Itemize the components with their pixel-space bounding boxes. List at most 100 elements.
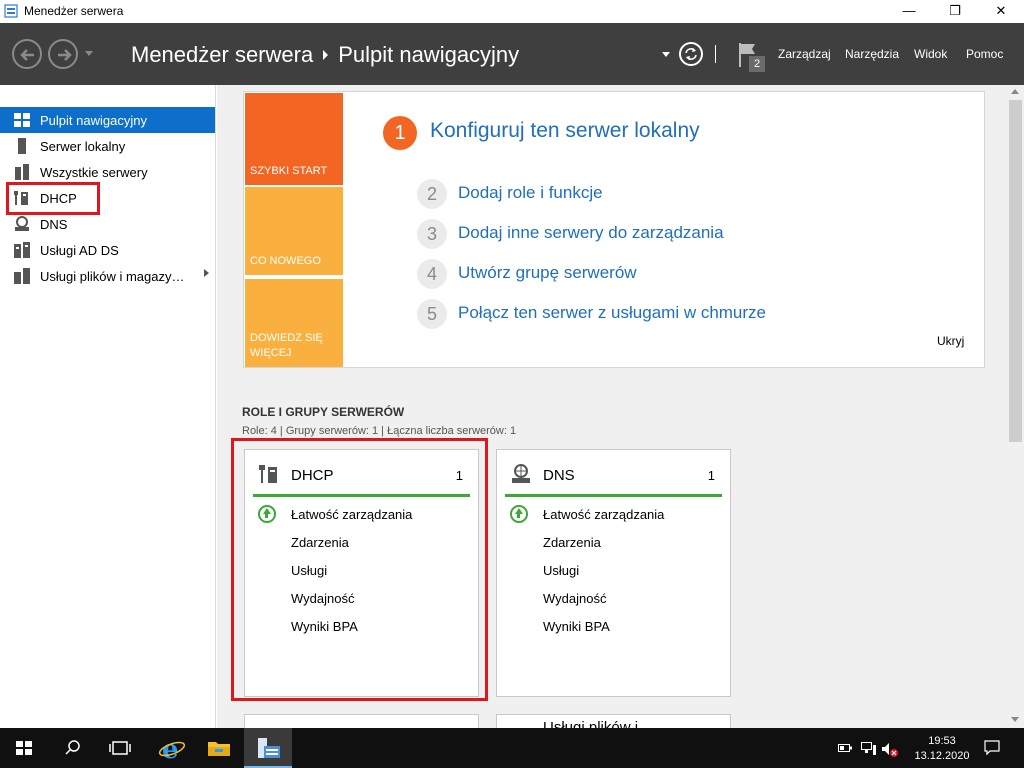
highlight-box-dhcp-sidebar [6,182,100,215]
restore-button[interactable]: ❐ [932,0,978,23]
server-icon [14,138,30,154]
step-2-number: 2 [417,179,447,209]
tile-whats-new-label: CO NOWEGO [250,255,321,267]
sidebar-item-label: Wszystkie serwery [40,164,148,180]
sidebar-item-label: Usługi plików i magazy… [40,268,185,284]
sidebar-item-label: Usługi AD DS [40,242,119,258]
row-performance[interactable]: Wydajność [543,591,606,606]
add-servers-link[interactable]: Dodaj inne serwery do zarządzania [458,223,724,243]
tile-learn-more-label: DOWIEDZ SIĘ WIĘCEJ [250,332,323,359]
step-1-number: 1 [383,116,417,150]
window-title-bar: Menedżer serwera — ❐ ✕ [0,0,1024,23]
dns-role-icon [14,216,30,232]
internet-explorer-button[interactable]: e [148,728,196,768]
expand-chevron-icon[interactable] [204,269,209,277]
file-explorer-icon [208,742,230,756]
forward-button[interactable] [48,39,78,69]
menu-help[interactable]: Pomoc [966,47,1003,61]
internet-explorer-icon: e [158,735,186,765]
app-header: Menedżer serwera Pulpit nawigacyjny 2 Za… [0,23,1024,85]
volume-muted-icon[interactable] [881,742,899,758]
server-manager-icon [258,738,280,758]
sidebar-item-file-services[interactable]: Usługi plików i magazy… [0,263,215,289]
network-icon[interactable] [861,742,877,756]
battery-icon[interactable] [838,742,852,754]
back-button[interactable] [12,39,42,69]
role-card-partial-right[interactable]: Usługi plików i... [496,714,731,728]
configure-local-server-link[interactable]: Konfiguruj ten serwer lokalny [430,119,700,143]
sidebar-item-label: Serwer lokalny [40,138,126,154]
notification-count-badge: 2 [749,56,765,72]
scroll-up-icon[interactable] [1011,89,1019,94]
servers-icon [14,164,30,180]
row-bpa-results[interactable]: Wyniki BPA [543,619,610,634]
history-dropdown-icon[interactable] [85,51,93,56]
task-view-button[interactable] [96,728,144,768]
refresh-icon [685,48,697,60]
tile-quick-start[interactable]: SZYBKI START [245,93,343,185]
tile-whats-new[interactable]: CO NOWEGO [245,185,343,275]
menu-manage[interactable]: Zarządzaj [778,47,831,61]
roles-section-summary: Role: 4 | Grupy serwerów: 1 | Łączna lic… [242,425,517,437]
sidebar-item-ad-ds[interactable]: Usługi AD DS [0,237,215,263]
step-3-number: 3 [417,219,447,249]
start-button[interactable] [0,728,48,768]
role-card-partial-title: Usługi plików i... [543,719,651,728]
search-icon [65,740,80,755]
row-events[interactable]: Zdarzenia [543,535,601,550]
tile-quick-start-label: SZYBKI START [250,165,328,177]
taskbar-clock[interactable]: 19:53 13.12.2020 [912,734,972,764]
file-services-icon [14,268,30,284]
tile-learn-more[interactable]: DOWIEDZ SIĘ WIĘCEJ [245,277,343,367]
close-button[interactable]: ✕ [978,0,1024,23]
status-ok-icon [510,505,528,523]
connect-cloud-link[interactable]: Połącz ten serwer z usługami w chmurze [458,303,766,323]
task-view-icon [109,741,131,755]
forward-arrow-icon [58,49,72,61]
menu-view[interactable]: Widok [914,47,947,61]
minimize-button[interactable]: — [886,0,932,23]
sidebar-item-local-server[interactable]: Serwer lokalny [0,133,215,159]
breadcrumb-root[interactable]: Menedżer serwera [131,42,313,68]
status-line [505,494,722,497]
clock-time: 19:53 [928,735,956,747]
refresh-button[interactable] [679,42,703,66]
step-4-number: 4 [417,259,447,289]
create-server-group-link[interactable]: Utwórz grupę serwerów [458,263,637,283]
scroll-down-icon[interactable] [1011,717,1019,722]
scrollbar-thumb[interactable] [1009,100,1022,442]
step-5-number: 5 [417,299,447,329]
roles-section-title: ROLE I GRUPY SERWERÓW [242,405,405,419]
breadcrumb: Menedżer serwera Pulpit nawigacyjny [131,42,519,68]
start-icon [16,741,32,755]
dns-role-icon [512,464,530,483]
search-button[interactable] [48,728,96,768]
header-separator [715,45,716,63]
sidebar-item-label: DNS [40,216,68,232]
server-manager-app-icon [4,4,18,18]
breadcrumb-separator-icon [323,50,329,60]
role-card-dns[interactable]: DNS 1 Łatwość zarządzania Zdarzenia Usłu… [496,449,731,697]
add-roles-link[interactable]: Dodaj role i funkcje [458,183,603,203]
clock-date: 13.12.2020 [914,750,970,762]
row-manageability[interactable]: Łatwość zarządzania [543,507,664,522]
sidebar-item-label: Pulpit nawigacyjny [40,112,147,128]
breadcrumb-current: Pulpit nawigacyjny [338,42,520,67]
ad-ds-icon [14,242,30,258]
sidebar-item-dashboard[interactable]: Pulpit nawigacyjny [0,107,215,133]
server-manager-taskbar-button[interactable] [244,728,292,768]
row-services[interactable]: Usługi [543,563,579,578]
menu-tools[interactable]: Narzędzia [845,47,899,61]
action-center-icon[interactable] [984,740,1000,756]
header-dropdown-icon[interactable] [662,52,670,57]
dashboard-grid-icon [14,112,30,128]
role-card-partial-left[interactable] [244,714,479,728]
window-title: Menedżer serwera [24,4,124,18]
highlight-box-dhcp-card [231,438,488,701]
back-arrow-icon [20,49,34,61]
svg-text:e: e [162,735,179,765]
role-card-count: 1 [707,468,715,483]
hide-welcome-link[interactable]: Ukryj [937,334,964,348]
file-explorer-button[interactable] [196,728,244,768]
role-card-title[interactable]: DNS [543,467,575,484]
